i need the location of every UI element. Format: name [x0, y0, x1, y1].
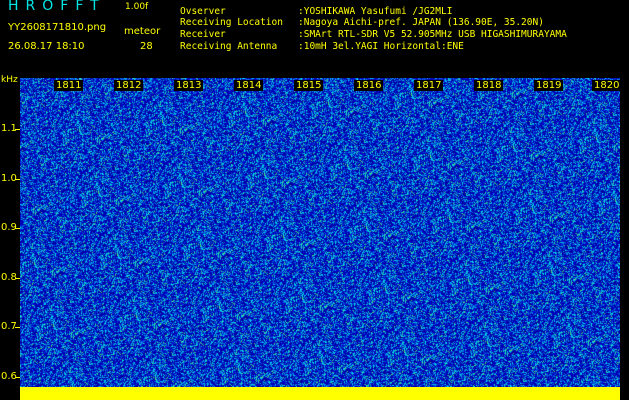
receiver-value: :SMArt RTL-SDR V5 52.905MHz USB HIGASHIM… — [298, 29, 567, 40]
y-tick-mark — [15, 327, 20, 328]
app-title: HROFFT — [8, 0, 106, 14]
x-tick: 1819 — [534, 80, 564, 91]
mode-label: meteor — [124, 26, 161, 37]
observer-value: :YOSHIKAWA Yasufumi /JG2MLI — [298, 6, 453, 17]
spectrogram — [20, 78, 620, 387]
y-axis-unit: kHz — [1, 75, 18, 85]
observer-key: Ovserver — [180, 6, 226, 17]
receiver-row: Receiver :SMArt RTL-SDR V5 52.905MHz USB … — [180, 29, 567, 40]
x-tick: 1813 — [174, 80, 204, 91]
y-tick-mark — [15, 179, 20, 180]
y-tick-mark — [15, 278, 20, 279]
x-tick: 1820 — [592, 80, 622, 91]
intensity-baseline — [20, 387, 620, 400]
y-tick-mark — [15, 228, 20, 229]
antenna-value: :10mH 3el.YAGI Horizontal:ENE — [298, 41, 464, 52]
location-row: Receiving Location :Nagoya Aichi-pref. JA… — [180, 17, 544, 28]
antenna-row: Receiving Antenna :10mH 3el.YAGI Horizont… — [180, 41, 464, 52]
x-tick: 1812 — [114, 80, 144, 91]
meteor-count: 28 — [140, 41, 153, 52]
x-tick: 1818 — [474, 80, 504, 91]
location-value: :Nagoya Aichi-pref. JAPAN (136.90E, 35.2… — [298, 17, 544, 28]
x-tick: 1815 — [294, 80, 324, 91]
datetime-label: 26.08.17 18:10 — [8, 41, 85, 52]
filename-label: YY2608171810.png — [8, 22, 107, 33]
x-tick: 1814 — [234, 80, 264, 91]
y-tick-mark — [15, 129, 20, 130]
x-tick: 1817 — [414, 80, 444, 91]
x-tick: 1816 — [354, 80, 384, 91]
y-tick-mark — [15, 377, 20, 378]
receiver-key: Receiver — [180, 29, 226, 40]
x-tick: 1811 — [54, 80, 84, 91]
version-label: 1.00f — [125, 2, 149, 12]
location-key: Receiving Location — [180, 17, 283, 28]
antenna-key: Receiving Antenna — [180, 41, 278, 52]
observer-row: Ovserver :YOSHIKAWA Yasufumi /JG2MLI — [180, 6, 452, 17]
